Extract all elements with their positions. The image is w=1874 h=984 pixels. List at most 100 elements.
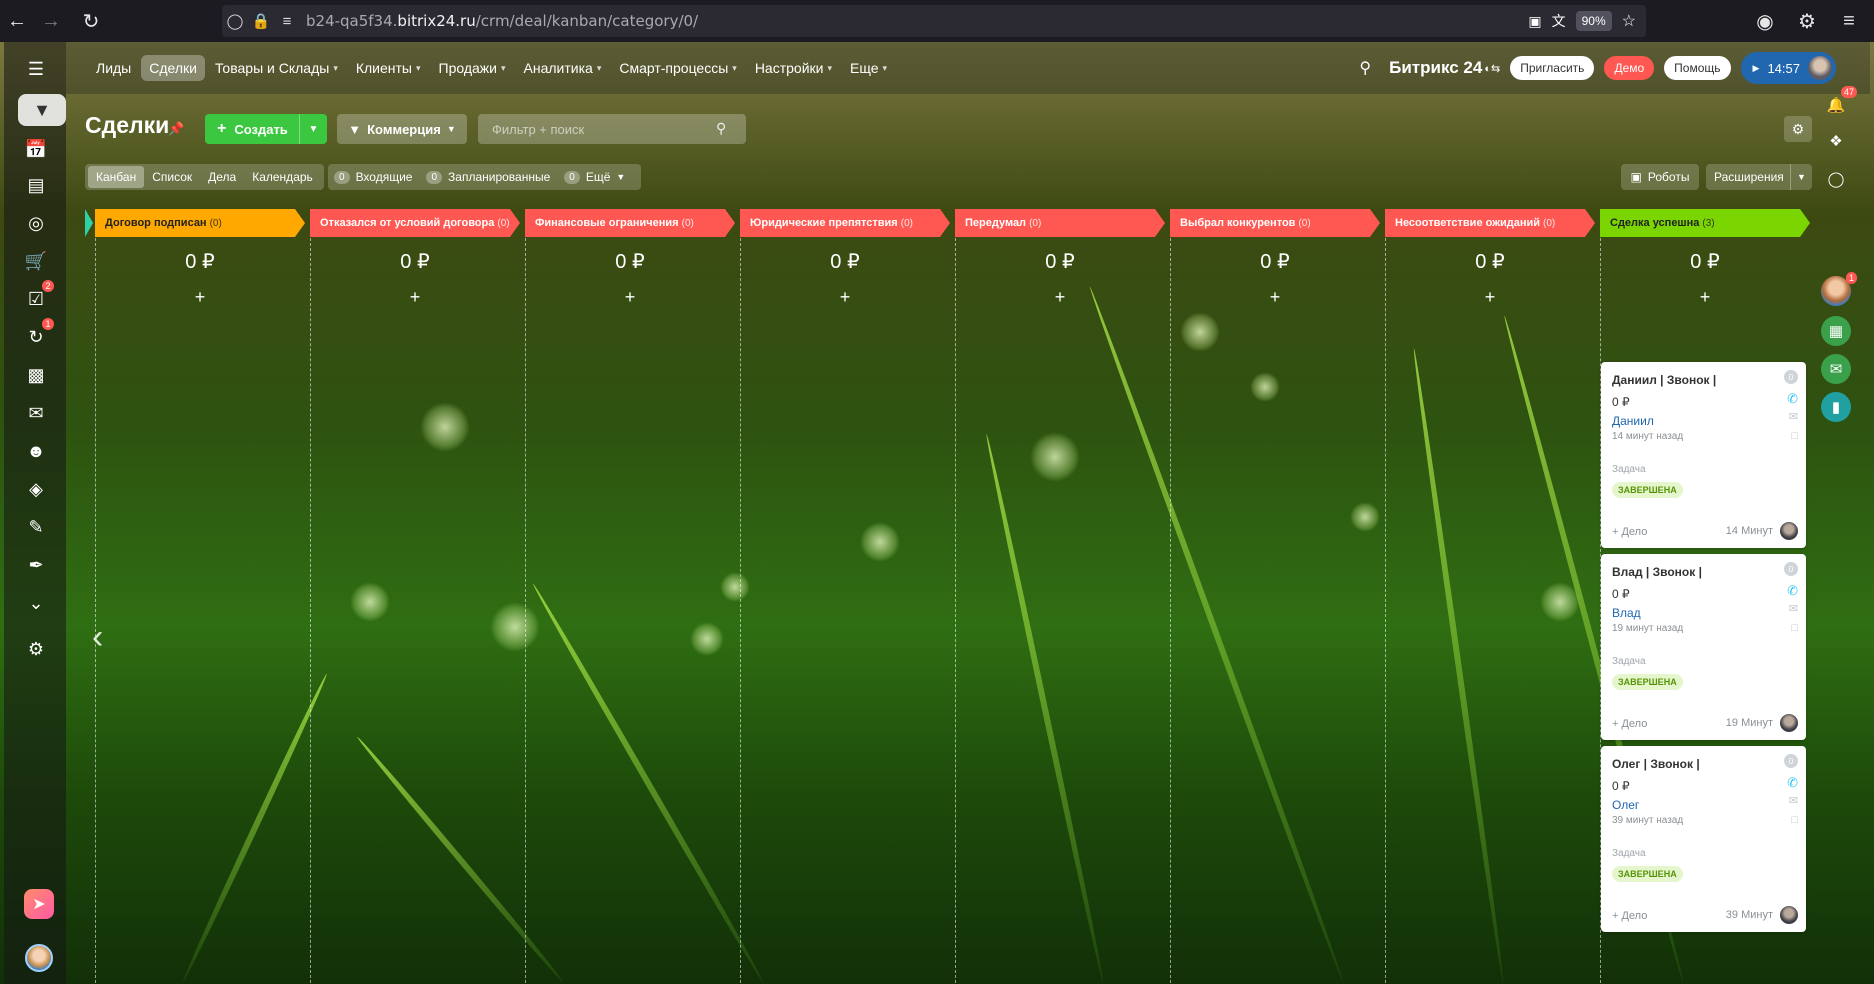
analytics-icon[interactable]: ▩ <box>21 360 51 390</box>
topmenu-item[interactable]: Товары и Склады ▾ <box>207 55 346 81</box>
hamburger-menu-icon[interactable]: ☰ <box>21 54 51 84</box>
robots-button[interactable]: ▣ Роботы <box>1621 164 1699 190</box>
mail-icon[interactable]: ✉ <box>1789 410 1798 423</box>
pen-icon[interactable]: ✒ <box>21 550 51 580</box>
mail-icon[interactable]: ✉ <box>1789 602 1798 615</box>
add-activity-button[interactable]: + Дело <box>1612 526 1647 538</box>
robot-icon[interactable]: ☻ <box>21 436 51 466</box>
info-icon[interactable]: 0 <box>1784 754 1798 768</box>
lock-icon[interactable]: 🔒 <box>248 12 274 30</box>
topmenu-item[interactable]: Лиды <box>88 55 139 81</box>
topmenu-item[interactable]: Еще ▾ <box>842 55 895 81</box>
url-text[interactable]: b24-qa5f34.bitrix24.ru/crm/deal/kanban/c… <box>306 12 698 30</box>
client-link[interactable]: Даниил <box>1612 414 1654 428</box>
help-button[interactable]: Помощь <box>1664 56 1731 80</box>
phone-icon[interactable]: ✆ <box>1787 391 1798 407</box>
invite-button[interactable]: Пригласить <box>1510 56 1595 80</box>
avatar[interactable] <box>1780 714 1798 732</box>
topmenu-item[interactable]: Смарт-процессы ▾ <box>611 55 744 81</box>
deal-title[interactable]: Влад | Звонок | <box>1612 565 1702 579</box>
search-input[interactable] <box>478 114 746 144</box>
calendar-icon[interactable]: 📅 <box>21 134 51 164</box>
user-avatar[interactable] <box>25 944 53 972</box>
translate-icon[interactable]: 文 <box>1552 11 1566 31</box>
reader-view-icon[interactable]: ▣ <box>1528 13 1541 30</box>
tab-activities[interactable]: Дела <box>200 166 244 188</box>
settings-gear-icon[interactable]: ⚙ <box>1784 116 1812 142</box>
shield-icon[interactable]: ◯ <box>222 12 248 30</box>
tasks-icon[interactable]: ☑ 2 <box>21 280 54 314</box>
stage-header[interactable]: Отказался от условий договора (0) <box>310 209 520 237</box>
counter-planned[interactable]: 0 Запланированные <box>426 170 550 184</box>
add-activity-button[interactable]: + Дело <box>1612 718 1647 730</box>
chevron-down-icon[interactable]: ▼ <box>1790 164 1812 190</box>
search-icon[interactable]: ⚲ <box>716 120 726 137</box>
stage-header[interactable]: Договор подписан (0) <box>95 209 305 237</box>
deal-title[interactable]: Олег | Звонок | <box>1612 757 1700 771</box>
topmenu-item[interactable]: Клиенты ▾ <box>348 55 429 81</box>
copilot-icon[interactable]: ❖ <box>1821 126 1851 156</box>
bell-icon[interactable]: 🔔 47 <box>1821 86 1857 120</box>
target-icon[interactable]: ◎ <box>21 208 51 238</box>
chat-icon[interactable]: ◯ <box>1821 164 1851 194</box>
add-deal-button[interactable]: + <box>1385 287 1595 308</box>
add-deal-button[interactable]: + <box>1600 287 1810 308</box>
avatar[interactable] <box>1808 56 1832 80</box>
stage-header[interactable]: Передумал (0) <box>955 209 1165 237</box>
pin-icon[interactable]: 📌 <box>168 121 184 137</box>
extensions-icon[interactable]: ⚙ <box>1790 4 1824 38</box>
bookmark-icon[interactable]: ▮ <box>1821 392 1851 422</box>
calendar-icon[interactable]: ▦ <box>1821 316 1851 346</box>
stage-header[interactable]: Выбрал конкурентов (0) <box>1170 209 1380 237</box>
add-deal-button[interactable]: + <box>740 287 950 308</box>
zoom-level[interactable]: 90% <box>1575 11 1612 31</box>
reload-icon[interactable]: ↻ <box>74 4 108 38</box>
add-deal-button[interactable]: + <box>95 287 305 308</box>
address-bar[interactable]: ◯ 🔒 ≡ b24-qa5f34.bitrix24.ru/crm/deal/ka… <box>222 5 1646 37</box>
stage-header[interactable]: Юридические препятствия (0) <box>740 209 950 237</box>
demo-button[interactable]: Демо <box>1604 56 1655 80</box>
scroll-left-arrow-icon[interactable]: ‹ <box>92 618 103 657</box>
messages-icon[interactable]: ✉ <box>21 398 51 428</box>
chevron-down-icon[interactable]: ⌄ <box>21 588 51 618</box>
create-button[interactable]: + Создать ▼ <box>205 114 327 144</box>
counter-more[interactable]: 0 Ещё ▼ <box>564 170 625 184</box>
deal-card[interactable]: Олег | Звонок | 0 0 ₽ ✆ ✉ □ Олег 39 минут назад… <box>1601 746 1806 932</box>
chat-icon[interactable]: □ <box>1791 430 1798 442</box>
phone-icon[interactable]: ✆ <box>1787 775 1798 791</box>
box-icon[interactable]: ◈ <box>21 474 51 504</box>
topmenu-item[interactable]: Продажи ▾ <box>431 55 514 81</box>
add-deal-button[interactable]: + <box>310 287 520 308</box>
account-icon[interactable]: ◉ <box>1748 4 1782 38</box>
topmenu-item[interactable]: Настройки ▾ <box>747 55 840 81</box>
tab-list[interactable]: Список <box>144 166 200 188</box>
inbox-icon[interactable]: ▤ <box>21 170 51 200</box>
client-link[interactable]: Влад <box>1612 606 1641 620</box>
mail-icon[interactable]: ✉ <box>1789 794 1798 807</box>
contact-avatar[interactable]: 1 <box>1821 272 1857 306</box>
topmenu-item[interactable]: Сделки <box>141 55 205 81</box>
settings-gear-icon[interactable]: ⚙ <box>21 634 51 664</box>
back-icon[interactable]: ← <box>0 4 34 38</box>
sign-document-icon[interactable]: ✎ <box>21 512 51 542</box>
bookmark-star-icon[interactable]: ☆ <box>1622 11 1636 31</box>
tab-calendar[interactable]: Календарь <box>244 166 321 188</box>
extensions-button[interactable]: Расширения ▼ <box>1706 164 1812 190</box>
phone-icon[interactable]: ✆ <box>1787 583 1798 599</box>
messages-icon[interactable]: ✉ <box>1821 354 1851 384</box>
client-link[interactable]: Олег <box>1612 798 1639 812</box>
pipeline-selector[interactable]: ▼ Коммерция ▼ <box>337 114 467 144</box>
info-icon[interactable]: 0 <box>1784 562 1798 576</box>
crm-funnel-icon[interactable]: ▼ <box>18 94 66 126</box>
info-icon[interactable]: 0 <box>1784 370 1798 384</box>
forward-icon[interactable]: → <box>34 4 68 38</box>
avatar[interactable] <box>1780 522 1798 540</box>
deal-title[interactable]: Даниил | Звонок | <box>1612 373 1716 387</box>
stage-header[interactable]: Несоответствие ожиданий (0) <box>1385 209 1595 237</box>
counter-incoming[interactable]: 0 Входящие <box>334 170 412 184</box>
permissions-icon[interactable]: ≡ <box>274 13 300 30</box>
chevron-down-icon[interactable]: ▼ <box>299 114 327 144</box>
add-deal-button[interactable]: + <box>1170 287 1380 308</box>
rocket-icon[interactable]: ➤ <box>24 889 54 919</box>
topmenu-item[interactable]: Аналитика ▾ <box>516 55 610 81</box>
